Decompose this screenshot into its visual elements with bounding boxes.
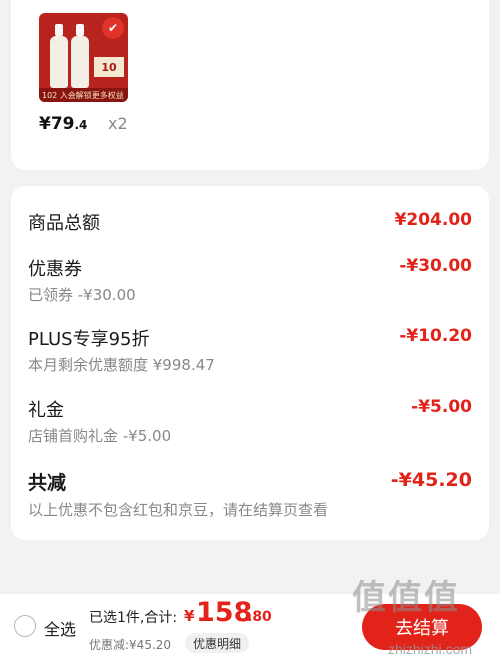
total-reduction-note: 以上优惠不包含红包和京豆，请在结算页查看 (28, 501, 329, 519)
product-image-band: 102 入会解锁更多权益 (39, 88, 128, 102)
product-image[interactable]: ✔ 10 102 入会解锁更多权益 (39, 13, 128, 102)
check-badge-icon: ✔ (102, 17, 124, 39)
total-integer: 158 (196, 597, 253, 628)
plus-discount-label: PLUS专享95折 (28, 329, 150, 350)
discount-summary: 优惠减:¥45.20 (89, 638, 172, 652)
price-integer: ¥79 (39, 114, 75, 134)
checkout-bar: 全选 已选1件,合计: ¥ 158 .80 优惠减:¥45.20 优惠明细 去结… (0, 594, 500, 660)
gift-money-label: 礼金 (28, 400, 64, 421)
product-image-tag: 10 (94, 57, 124, 77)
total-reduction-amount: -¥45.20 (390, 469, 472, 491)
total-currency: ¥ (184, 607, 195, 625)
gift-money-sub: 店铺首购礼金 -¥5.00 (28, 427, 172, 445)
product-price: ¥79.4 (39, 114, 87, 134)
price-decimal: .4 (74, 118, 88, 132)
goods-total-amount: ¥204.00 (394, 210, 472, 230)
select-all-label[interactable]: 全选 (44, 616, 76, 640)
goods-total-label: 商品总额 (28, 213, 100, 234)
bottle-graphic (71, 24, 89, 88)
price-detail-card: 商品总额 ¥204.00 优惠券 -¥30.00 已领券 -¥30.00 PLU… (11, 186, 489, 540)
gift-money-amount: -¥5.00 (411, 397, 472, 417)
plus-discount-sub: 本月剩余优惠额度 ¥998.47 (28, 356, 215, 374)
checkout-button[interactable]: 去结算 (362, 604, 482, 650)
coupon-amount: -¥30.00 (399, 256, 472, 276)
total-decimal: .80 (247, 609, 272, 625)
select-all-radio[interactable] (14, 615, 36, 637)
coupon-label: 优惠券 (28, 259, 82, 280)
product-quantity[interactable]: x2 (108, 114, 128, 133)
plus-discount-amount: -¥10.20 (399, 326, 472, 346)
total-reduction-label: 共减 (28, 472, 67, 494)
selected-summary: 已选1件,合计: (89, 610, 178, 626)
coupon-sub: 已领券 -¥30.00 (28, 286, 136, 304)
product-card: ✔ 10 102 入会解锁更多权益 ¥79.4 x2 (11, 0, 489, 170)
discount-detail-button[interactable]: 优惠明细 (185, 633, 250, 653)
bottle-graphic (50, 24, 68, 88)
